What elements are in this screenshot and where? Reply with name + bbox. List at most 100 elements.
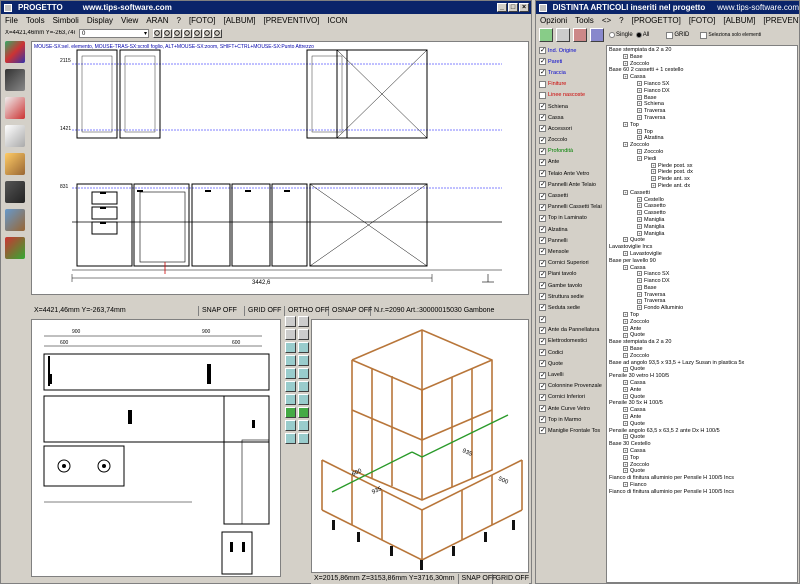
zoom-out-icon[interactable]	[298, 316, 309, 327]
tree-item[interactable]: + Alzatina	[609, 135, 795, 142]
expand-icon[interactable]: +	[637, 284, 642, 290]
layer-checkbox[interactable]	[539, 136, 546, 144]
tree-item[interactable]: + Cassa	[609, 265, 795, 272]
tools-icon[interactable]	[573, 28, 587, 42]
expand-icon[interactable]: +	[637, 81, 642, 87]
layer-checkbox[interactable]	[539, 348, 546, 357]
iso-ne-icon[interactable]	[285, 381, 296, 392]
expand-icon[interactable]: +	[623, 407, 628, 413]
expand-icon[interactable]: +	[623, 325, 628, 331]
tree-item[interactable]: + Traversa	[609, 108, 795, 115]
layer-toggle[interactable]: Colonnine Provenzale	[539, 381, 605, 392]
expand-icon[interactable]: +	[637, 115, 642, 121]
layer-toggle[interactable]: Ante Curve Vetro	[539, 403, 605, 414]
tree-item[interactable]: Fianco di finitura alluminio per Pensile…	[609, 475, 795, 482]
expand-icon[interactable]: +	[623, 414, 628, 420]
layer-checkbox[interactable]	[539, 102, 546, 111]
layer-select[interactable]: 0 ▾	[79, 28, 149, 38]
tree-item[interactable]: + Piedi	[609, 156, 795, 163]
tree-item[interactable]: + Base	[609, 346, 795, 353]
tree-item[interactable]: + Ante	[609, 414, 795, 421]
layer-toggle[interactable]: Ind. Origine	[539, 45, 605, 56]
expand-icon[interactable]: +	[637, 216, 642, 222]
layer-toggle[interactable]: Top in Laminato	[539, 213, 605, 224]
expand-icon[interactable]: +	[623, 386, 628, 392]
wire-icon[interactable]	[285, 420, 296, 431]
layer-checkbox[interactable]	[539, 371, 546, 379]
layer-toggle[interactable]: Cassetti	[539, 190, 605, 201]
layer-toggle[interactable]: Cornici Inferiori	[539, 392, 605, 403]
tree-item[interactable]: + Quote	[609, 237, 795, 244]
expand-icon[interactable]: +	[637, 291, 642, 297]
expand-icon[interactable]: +	[651, 169, 656, 175]
expand-icon[interactable]: +	[637, 135, 642, 141]
select-only-checkbox[interactable]: Seleziona solo elementi	[700, 31, 761, 39]
layer-checkbox[interactable]	[539, 359, 546, 368]
camera-icon[interactable]	[285, 433, 296, 444]
iso-3d-view[interactable]: 600 935 935 500	[311, 319, 529, 573]
expand-icon[interactable]: +	[651, 182, 656, 188]
tree-item[interactable]: + Fondo Alluminio	[609, 305, 795, 312]
expand-icon[interactable]: +	[651, 176, 656, 182]
left-menu-item[interactable]: File	[5, 16, 18, 25]
edit-icon[interactable]	[556, 28, 570, 42]
tree-item[interactable]: + Top	[609, 129, 795, 136]
layer-checkbox[interactable]	[539, 247, 546, 256]
view-front-icon[interactable]	[285, 342, 296, 353]
distinta-titlebar[interactable]: DISTINTA ARTICOLI inseriti nel progetto …	[536, 1, 799, 14]
list-icon[interactable]	[5, 125, 25, 147]
layer-checkbox[interactable]	[539, 393, 546, 401]
minimize-button[interactable]: _	[497, 3, 507, 12]
layer-toggle[interactable]: Piani tavolo	[539, 269, 605, 280]
expand-icon[interactable]: +	[623, 312, 628, 318]
tree-item[interactable]: Base stempiata da 2 a 20	[609, 339, 795, 346]
tree-item[interactable]: + Fianco SX	[609, 271, 795, 278]
expand-icon[interactable]: +	[637, 271, 642, 277]
layer-toggle[interactable]: Cassa	[539, 112, 605, 123]
layer-toggle[interactable]: Codici	[539, 347, 605, 358]
tree-item[interactable]: + Zoccolo	[609, 319, 795, 326]
expand-icon[interactable]: +	[637, 203, 642, 209]
layer-checkbox[interactable]	[539, 158, 546, 166]
iso-se-icon[interactable]	[285, 394, 296, 405]
tree-item[interactable]: + Zoccolo	[609, 462, 795, 469]
zoom-in-icon[interactable]	[285, 316, 296, 327]
expand-icon[interactable]: +	[623, 346, 628, 352]
tree-item[interactable]: + Piede post. sx	[609, 163, 795, 170]
tree-item[interactable]: + Cassetti	[609, 190, 795, 197]
layer-checkbox[interactable]	[539, 303, 546, 312]
tree-item[interactable]: + Cassetto	[609, 203, 795, 210]
layer-checkbox[interactable]	[539, 80, 546, 88]
expand-icon[interactable]: +	[637, 223, 642, 229]
snap-toggle[interactable]: SNAP OFF	[199, 306, 245, 316]
tree-item[interactable]: + Ante	[609, 326, 795, 333]
tree-item[interactable]: + Traversa	[609, 292, 795, 299]
tree-item[interactable]: + Piede ant. dx	[609, 183, 795, 190]
right-menu-item[interactable]: Opzioni	[540, 16, 567, 25]
tree-item[interactable]: Lavastoviglie Incs	[609, 244, 795, 251]
document-icon[interactable]	[5, 97, 25, 119]
grid-toggle-3d[interactable]: GRID OFF	[493, 574, 529, 584]
tree-item[interactable]: Fianco di finitura alluminio per Pensile…	[609, 489, 795, 496]
zoom-window-icon[interactable]	[173, 28, 182, 38]
plan-view[interactable]: 900 900 600 600	[31, 319, 281, 577]
expand-icon[interactable]: +	[623, 189, 628, 195]
layer-checkbox[interactable]	[539, 113, 546, 122]
left-menu-item[interactable]: [FOTO]	[189, 16, 216, 25]
layer-checkbox[interactable]	[539, 203, 546, 211]
expand-icon[interactable]: +	[637, 278, 642, 284]
layer-toggle[interactable]: Lavelli	[539, 369, 605, 380]
layer-toggle[interactable]: Pannelli	[539, 235, 605, 246]
layer-checkbox[interactable]	[539, 315, 546, 323]
expand-icon[interactable]: +	[623, 468, 628, 474]
right-menu-item[interactable]: [PROGETTO]	[632, 16, 681, 25]
tree-item[interactable]: + Piede post. dx	[609, 169, 795, 176]
tree-item[interactable]: + Cestello	[609, 197, 795, 204]
tree-item[interactable]: + Top	[609, 455, 795, 462]
layer-checkbox[interactable]	[539, 91, 546, 99]
right-menu-item[interactable]: ?	[619, 16, 623, 25]
layer-toggle[interactable]: Telaio Ante Vetro	[539, 168, 605, 179]
left-menu-item[interactable]: ARAN	[146, 16, 168, 25]
expand-icon[interactable]: +	[623, 366, 628, 372]
layer-checkbox[interactable]	[539, 68, 546, 77]
